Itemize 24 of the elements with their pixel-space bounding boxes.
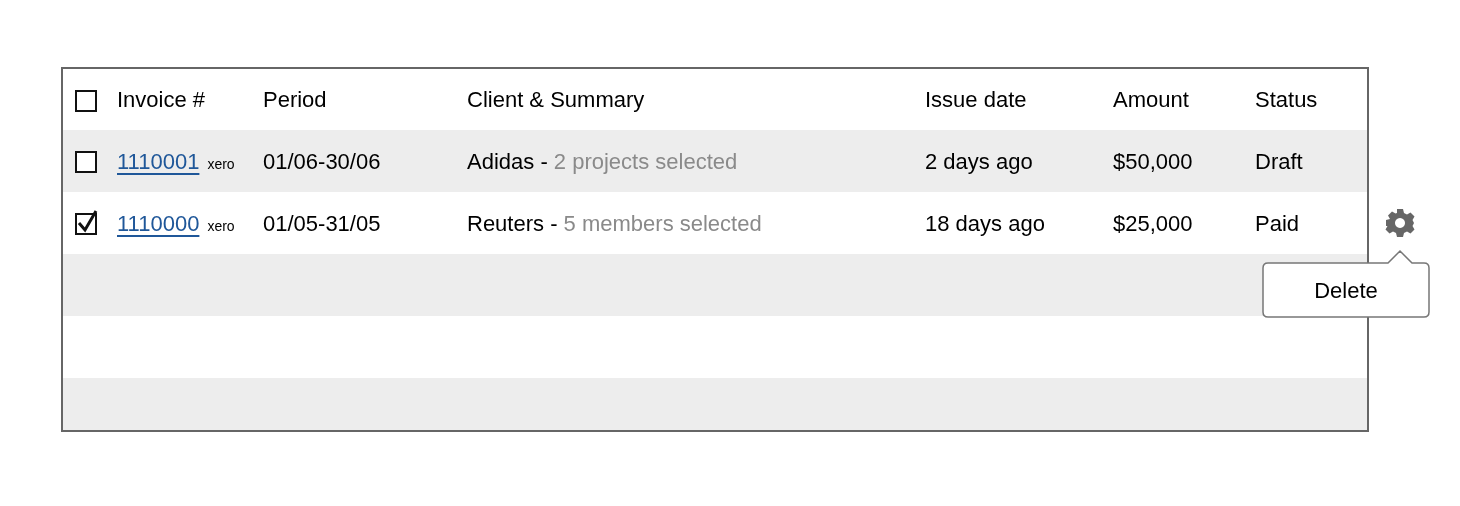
source-label: xero [207,216,235,236]
source-label: xero [207,154,235,174]
table-cell: 18 days ago [925,210,1045,236]
column-header: Issue date [925,87,1027,112]
checkbox[interactable] [75,211,99,235]
table-cell: Draft [1255,148,1303,174]
column-header: Client & Summary [467,87,645,112]
column-header: Status [1255,87,1318,112]
checkbox[interactable] [75,87,99,112]
client-summary: Adidas - 2 projects selected [467,148,738,174]
column-header: Period [263,87,327,112]
table-cell: Paid [1255,210,1300,236]
table-cell: $50,000 [1113,148,1193,174]
settings-icon[interactable] [1384,207,1416,239]
checkbox[interactable] [75,149,99,173]
invoice-link[interactable]: 1110000 [117,206,200,240]
client-summary: Reuters - 5 members selected [467,210,762,236]
table-cell: 01/05-31/05 [263,210,381,236]
column-header: Invoice # [117,87,206,112]
table-cell: $25,000 [1113,210,1193,236]
invoice-link[interactable]: 1110001 [117,144,200,178]
table-cell: 01/06-30/06 [263,148,381,174]
column-header: Amount [1113,87,1189,112]
table-cell: 2 days ago [925,148,1033,174]
